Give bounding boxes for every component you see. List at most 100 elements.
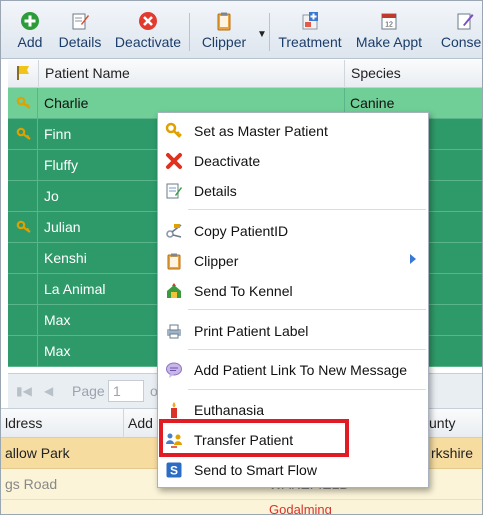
patient-grid-header: Patient Name Species: [8, 60, 482, 88]
patient-name-cell: Julian: [44, 219, 81, 235]
clipper-button[interactable]: Clipper: [197, 11, 251, 57]
calendar-icon: 12: [381, 13, 397, 30]
menu-item-print-patient-label[interactable]: Print Patient Label: [158, 315, 428, 345]
row-flag-cell: [8, 150, 38, 180]
toolbar-separator: [189, 13, 190, 51]
patient-name-cell: Charlie: [44, 95, 89, 111]
address-cell: allow Park: [5, 445, 70, 461]
svg-text:12: 12: [385, 22, 393, 29]
row-flag-cell: [8, 243, 38, 273]
menu-item-clipper[interactable]: Clipper: [158, 245, 428, 275]
menu-item-label: Transfer Patient: [194, 432, 294, 448]
clipper-dropdown-icon[interactable]: ▼: [257, 29, 267, 40]
details-label: Details: [58, 34, 102, 50]
deactivate-button[interactable]: Deactivate: [113, 11, 183, 57]
menu-item-label: Clipper: [194, 253, 239, 269]
menu-item-label: Print Patient Label: [194, 323, 309, 339]
menu-separator: [188, 349, 426, 350]
menu-item-label: Details: [194, 183, 237, 199]
consent-label: Consen: [440, 34, 482, 50]
menu-item-send-to-kennel[interactable]: Send To Kennel: [158, 275, 428, 305]
menu-item-label: Deactivate: [194, 153, 261, 169]
add-icon: [21, 12, 39, 30]
row-flag-cell: [8, 274, 38, 304]
flag-icon: [17, 66, 29, 80]
edit-doc-icon: [166, 183, 182, 199]
make-appt-label: Make Appt: [355, 34, 423, 50]
address-cell: gs Road: [5, 476, 58, 492]
toolbar: Add Details Deactivate Clipper ▼ Treatme…: [1, 1, 482, 59]
column-header-county[interactable]: unty: [425, 409, 482, 439]
column-header-address[interactable]: ldress: [1, 409, 124, 439]
patient-window: Add Details Deactivate Clipper ▼ Treatme…: [0, 0, 483, 515]
consent-button[interactable]: Consen: [435, 11, 482, 57]
consent-icon: [457, 13, 474, 30]
svg-text:S: S: [170, 464, 178, 478]
row-flag-cell: [8, 336, 38, 366]
key-icon: [165, 122, 182, 138]
deactivate-label: Deactivate: [114, 34, 182, 50]
add-button[interactable]: Add: [11, 11, 49, 57]
menu-separator: [188, 389, 426, 390]
menu-item-label: Euthanasia: [194, 402, 265, 418]
menu-item-add-patient-link[interactable]: Add Patient Link To New Message: [158, 354, 428, 384]
page-label: Page: [72, 383, 105, 399]
row-flag-cell: [8, 212, 38, 242]
flag-column-header[interactable]: [8, 60, 39, 88]
make-appt-button[interactable]: 12 Make Appt: [353, 11, 425, 57]
page-number-input[interactable]: 1: [108, 380, 144, 402]
scissors-icon: [166, 224, 182, 238]
menu-item-label: Send to Smart Flow: [194, 462, 317, 478]
patient-name-cell: Fluffy: [44, 157, 78, 173]
treatment-button[interactable]: Treatment: [277, 11, 343, 57]
row-flag-cell: [8, 305, 38, 335]
submenu-arrow-icon: [410, 254, 416, 264]
kennel-icon: [167, 283, 181, 298]
menu-item-transfer-patient[interactable]: Transfer Patient: [158, 424, 428, 454]
patient-name-cell: Jo: [44, 188, 59, 204]
address-row[interactable]: Godalming: [1, 500, 482, 515]
species-cell: Canine: [350, 95, 395, 111]
context-menu: Set as Master Patient Deactivate Details…: [157, 112, 429, 488]
menu-item-details[interactable]: Details: [158, 175, 428, 205]
column-header-patient-name[interactable]: Patient Name: [39, 60, 345, 88]
menu-item-label: Copy PatientID: [194, 223, 289, 239]
clipper-label: Clipper: [201, 34, 247, 50]
menu-item-send-to-smart-flow[interactable]: S Send to Smart Flow: [158, 454, 428, 484]
menu-item-set-master-patient[interactable]: Set as Master Patient: [158, 115, 428, 145]
transfer-people-icon: [166, 433, 182, 448]
menu-item-deactivate[interactable]: Deactivate: [158, 145, 428, 175]
county-cell: rkshire: [431, 445, 474, 461]
clipboard-icon: [217, 12, 231, 31]
row-flag-cell: [8, 119, 38, 149]
details-icon: [72, 13, 89, 30]
deactivate-icon: [139, 12, 157, 30]
master-key-icon: [16, 96, 31, 109]
menu-item-copy-patient-id[interactable]: Copy PatientID: [158, 215, 428, 245]
message-icon: [166, 362, 182, 378]
menu-item-label: Set as Master Patient: [194, 123, 328, 139]
column-header-species[interactable]: Species: [345, 60, 482, 88]
patient-name-cell: Finn: [44, 126, 72, 142]
town-cell: Godalming: [269, 502, 332, 515]
row-flag-cell: [8, 88, 38, 118]
menu-item-euthanasia[interactable]: Euthanasia: [158, 394, 428, 424]
first-page-icon[interactable]: ▮◀: [16, 384, 32, 398]
row-flag-cell: [8, 181, 38, 211]
master-key-icon: [16, 127, 31, 140]
clipboard-icon: [167, 253, 181, 270]
patient-name-cell: Max: [44, 312, 71, 328]
smart-flow-icon: S: [166, 462, 182, 478]
patient-name-cell: La Animal: [44, 281, 106, 297]
patient-name-cell: Kenshi: [44, 250, 87, 266]
details-button[interactable]: Details: [55, 11, 105, 57]
menu-separator: [188, 209, 426, 210]
menu-separator: [188, 309, 426, 310]
patient-name-cell: Max: [44, 343, 71, 359]
candle-icon: [171, 402, 177, 418]
toolbar-separator: [269, 13, 270, 51]
prev-page-icon[interactable]: ◀: [44, 384, 53, 398]
menu-item-label: Add Patient Link To New Message: [194, 362, 407, 378]
printer-icon: [167, 324, 181, 339]
treatment-label: Treatment: [278, 34, 342, 50]
